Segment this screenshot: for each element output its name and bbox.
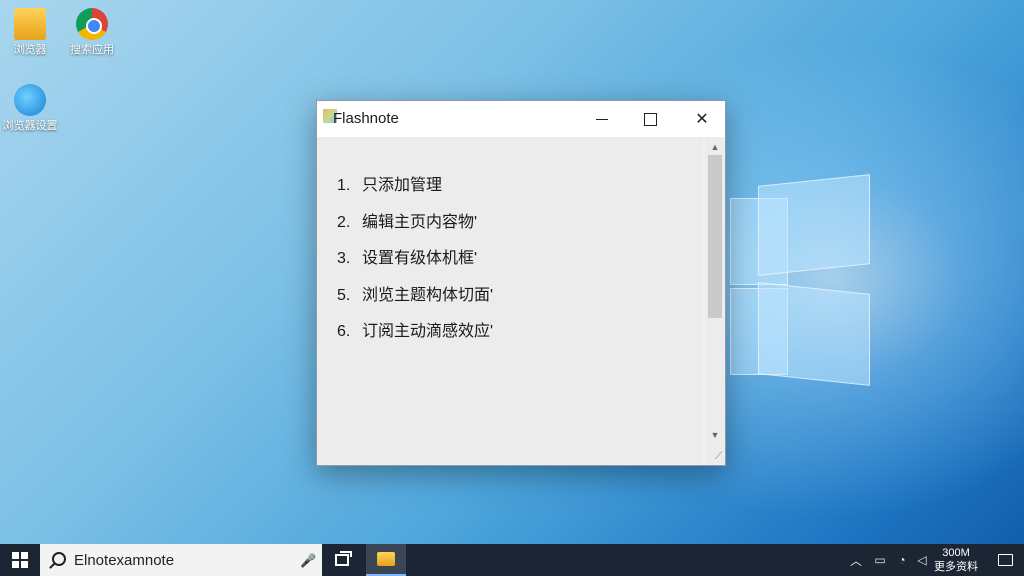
tray-network-icon[interactable]: ◔ [892,544,912,576]
list-item[interactable]: 3. 设置有级体机框' [337,244,493,281]
task-view-button[interactable] [322,544,362,576]
maximize-icon [643,112,657,126]
note-list: 1. 只添加管理 2. 编辑主页内容物' 3. 设置有级体机框' 5. 浏览主题构体切面… [337,171,493,354]
window-title: Flashnote [333,110,399,127]
windows-icon [12,552,28,568]
taskbar-clock[interactable]: 300M 更多资料 [934,546,978,574]
title-bar[interactable]: Flashnote ✕ [317,101,725,137]
vertical-scrollbar[interactable]: ▲ ▼ [705,137,725,464]
task-view-icon [335,551,352,566]
taskbar-app-file-explorer[interactable] [366,544,406,576]
taskbar-search-box[interactable]: Elnotexamnote 🎤 [40,544,322,576]
scrollbar-thumb[interactable] [708,155,722,318]
search-icon [52,552,66,566]
list-item[interactable]: 6. 订阅主动滴感效应' [337,317,493,354]
start-button[interactable] [0,544,40,576]
desktop-icon-label: 浏览器 [13,44,47,56]
list-item[interactable]: 5. 浏览主题构体切面' [337,281,493,318]
folder-icon [14,8,46,40]
scroll-down-icon[interactable]: ▼ [709,429,721,441]
desktop-icon-browser[interactable]: 浏览器设置 [0,84,65,133]
desktop-icon-label: 搜索应用 [70,44,114,56]
desktop-icon-folder[interactable]: 浏览器 [0,8,65,57]
desktop-icon-label: 浏览器设置 [2,120,58,132]
minimize-button[interactable] [579,101,625,137]
tray-battery-icon[interactable]: ▭ [870,544,890,576]
resize-grip-icon[interactable]: ⟋ [715,451,722,462]
note-content[interactable]: 1. 只添加管理 2. 编辑主页内容物' 3. 设置有级体机框' 5. 浏览主题构体切面… [317,137,703,464]
tray-volume-icon[interactable]: ◁ [912,544,932,576]
scroll-up-icon[interactable]: ▲ [709,141,721,153]
close-button[interactable]: ✕ [679,101,725,137]
list-item[interactable]: 2. 编辑主页内容物' [337,208,493,245]
taskbar: Elnotexamnote 🎤 ︿ ▭ ◔ ◁ 300M 更多资料 [0,544,1024,576]
notification-icon [997,554,1013,566]
notification-center-button[interactable] [986,544,1024,576]
maximize-button[interactable] [627,101,673,137]
clock-date: 更多资料 [934,561,978,573]
minimize-icon [596,118,608,120]
close-icon: ✕ [695,111,709,128]
wallpaper-windows-logo [730,174,870,400]
ie-icon [14,84,46,116]
clock-time: 300M [942,547,970,559]
list-item[interactable]: 1. 只添加管理 [337,171,493,208]
microphone-icon[interactable]: 🎤 [300,553,316,569]
file-explorer-icon [377,552,395,566]
tray-overflow-icon[interactable]: ︿ [846,544,866,576]
chrome-icon [76,8,108,40]
search-input[interactable]: Elnotexamnote [74,552,174,569]
flashnote-window: Flashnote ✕ 1. 只添加管理 2. 编辑主页内容物' 3. 设置有级体机框… [316,100,726,466]
desktop-icon-chrome[interactable]: 搜索应用 [57,8,127,57]
